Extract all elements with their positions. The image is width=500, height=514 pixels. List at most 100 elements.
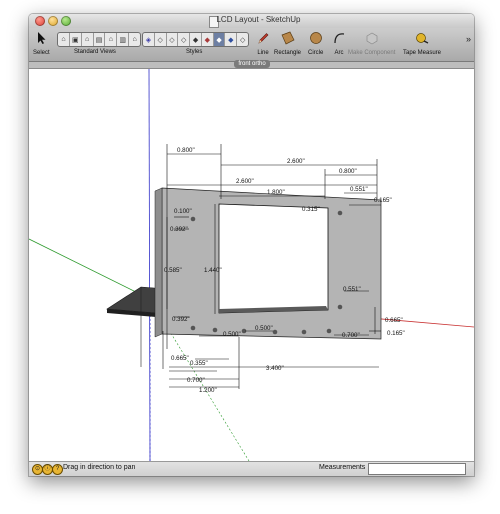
dim-0800-top: 0.800" bbox=[177, 147, 195, 154]
dim-0100: 0.100" bbox=[174, 208, 192, 215]
dim-2600-mid: 2.600" bbox=[236, 178, 254, 185]
line-tool[interactable]: Line bbox=[256, 31, 270, 56]
dim-0165-bot: 0.165" bbox=[387, 330, 405, 337]
cube-xray-icon: ◈ bbox=[145, 36, 152, 44]
dim-0315: 0.315" bbox=[302, 206, 320, 213]
make-component-label: Make Component bbox=[348, 50, 396, 56]
toolbar-overflow-button[interactable]: » bbox=[466, 34, 471, 44]
circle-tool[interactable]: Circle bbox=[308, 31, 323, 56]
monochrome-style-button[interactable]: ◆ bbox=[213, 33, 226, 46]
make-component-tool[interactable]: Make Component bbox=[348, 31, 395, 56]
hole bbox=[190, 325, 196, 331]
rectangle-tool[interactable]: Rectangle bbox=[274, 31, 301, 56]
wireframe-style-button[interactable]: ◇ bbox=[167, 33, 179, 46]
tape-measure-icon bbox=[416, 33, 429, 44]
shaded-style-button[interactable]: ◆ bbox=[190, 33, 202, 46]
hole bbox=[301, 329, 307, 335]
standard-views-group: ⌂ ▣ ⌂ ▤ ⌂ ▥ ⌂ bbox=[57, 32, 141, 47]
back-edges-style-button[interactable]: ◇ bbox=[155, 33, 167, 46]
circle-label: Circle bbox=[308, 50, 324, 56]
dim-0500-b: 0.500" bbox=[255, 325, 273, 332]
iso-view-button[interactable]: ⌂ bbox=[58, 33, 70, 46]
hole bbox=[326, 328, 332, 334]
house-right-icon: ▤ bbox=[95, 36, 103, 44]
house-outline-icon: ⌂ bbox=[132, 36, 137, 43]
dim-3400: 3.400" bbox=[266, 365, 284, 372]
select-label: Select bbox=[33, 50, 50, 56]
house-back-icon: ⌂ bbox=[108, 36, 113, 43]
standard-views-label: Standard Views bbox=[74, 49, 116, 55]
dim-0585: 0.585" bbox=[164, 267, 182, 274]
dim-1200: 1.200" bbox=[199, 387, 217, 394]
circle-icon bbox=[309, 32, 322, 44]
component-icon bbox=[366, 32, 378, 45]
hole bbox=[212, 327, 218, 333]
front-view-button[interactable]: ⌂ bbox=[82, 33, 94, 46]
house-front-icon: ⌂ bbox=[85, 36, 90, 43]
dim-0500-a: 0.500" bbox=[223, 331, 241, 338]
blue-axis bbox=[148, 68, 151, 462]
dim-0800-right: 0.800" bbox=[339, 168, 357, 175]
dim-1800: 1.800" bbox=[267, 189, 285, 196]
select-tool[interactable]: Select bbox=[33, 31, 50, 56]
dim-0665-right: 0.665" bbox=[385, 317, 403, 324]
modeling-viewport[interactable]: 0.800" 2.600" 0.800" 2.600" 1.800" 0.551… bbox=[29, 68, 474, 462]
arc-tool[interactable]: Arc bbox=[332, 31, 346, 56]
shaded-textures-style-button[interactable]: ◆ bbox=[202, 33, 214, 46]
sketchup-window: LCD Layout - SketchUp Select ⌂ ▣ ⌂ ▤ ⌂ ▥… bbox=[29, 14, 474, 476]
dim-0700-left: 0.700" bbox=[187, 377, 205, 384]
pencil-icon bbox=[258, 33, 269, 44]
tape-measure-tool[interactable]: Tape Measure bbox=[403, 31, 441, 56]
arc-label: Arc bbox=[334, 50, 344, 56]
status-message: Drag in direction to pan bbox=[63, 464, 136, 471]
arrow-cursor-icon bbox=[38, 32, 46, 44]
window-title: LCD Layout - SketchUp bbox=[216, 15, 301, 24]
front-panel-edge bbox=[154, 187, 163, 338]
dim-0392-top: 0.392" bbox=[170, 226, 188, 233]
line-label: Line bbox=[257, 50, 269, 56]
rectangle-icon bbox=[281, 31, 294, 45]
color-style-button[interactable]: ◆ bbox=[225, 33, 238, 46]
styles-label: Styles bbox=[186, 49, 203, 55]
house-top-icon: ▣ bbox=[71, 36, 79, 44]
dim-1440: 1.440" bbox=[204, 267, 222, 274]
model-canvas[interactable]: 0.800" 2.600" 0.800" 2.600" 1.800" 0.551… bbox=[29, 68, 474, 462]
scene-tab-front-ortho[interactable]: front ortho bbox=[234, 60, 270, 68]
cube-edge-icon: ◇ bbox=[239, 36, 246, 44]
top-view-button[interactable]: ▣ bbox=[70, 33, 82, 46]
rectangle-label: Rectangle bbox=[274, 50, 302, 56]
cube-shaded-icon: ◆ bbox=[192, 36, 199, 44]
edge-style-button[interactable]: ◇ bbox=[237, 33, 248, 46]
styles-group: ◈ ◇ ◇ ◇ ◆ ◆ ◆ ◆ ◇ bbox=[142, 32, 249, 47]
house-iso-icon: ⌂ bbox=[61, 36, 66, 43]
dim-0392-bot: 0.392" bbox=[172, 316, 190, 323]
hole bbox=[190, 216, 196, 222]
hole bbox=[337, 210, 343, 216]
cube-monochrome-icon: ◆ bbox=[216, 36, 222, 44]
right-view-button[interactable]: ▤ bbox=[94, 33, 106, 46]
back-view-button[interactable]: ⌂ bbox=[105, 33, 118, 46]
help-icon[interactable]: ? bbox=[52, 464, 63, 475]
green-axis bbox=[29, 238, 151, 300]
xray-style-button[interactable]: ◈ bbox=[143, 33, 155, 46]
lcd-window-cutout bbox=[218, 203, 329, 314]
measurements-label: Measurements bbox=[319, 464, 366, 471]
cube-textures-icon: ◆ bbox=[204, 36, 210, 44]
dim-0700-right: 0.700" bbox=[342, 332, 360, 339]
title-bar: LCD Layout - SketchUp bbox=[29, 14, 474, 28]
dim-0551-top: 0.551" bbox=[350, 186, 368, 193]
bottom-view-button[interactable]: ⌂ bbox=[129, 33, 140, 46]
dim-0165: 0.165" bbox=[374, 197, 392, 204]
left-view-button[interactable]: ▥ bbox=[117, 33, 130, 46]
arc-icon bbox=[334, 33, 345, 44]
measurements-input[interactable] bbox=[368, 463, 466, 475]
tape-measure-label: Tape Measure bbox=[403, 50, 442, 56]
dim-2600-top: 2.600" bbox=[287, 158, 305, 165]
hidden-line-style-button[interactable]: ◇ bbox=[178, 33, 191, 46]
status-bar: ⊙ ⓘ ? Drag in direction to pan Measureme… bbox=[29, 461, 474, 476]
dim-0665-left: 0.665" bbox=[171, 355, 189, 362]
cube-wireframe-icon: ◇ bbox=[169, 36, 175, 44]
hole bbox=[337, 304, 343, 310]
cube-hidden-line-icon: ◇ bbox=[181, 36, 187, 44]
house-left-icon: ▥ bbox=[119, 36, 127, 44]
